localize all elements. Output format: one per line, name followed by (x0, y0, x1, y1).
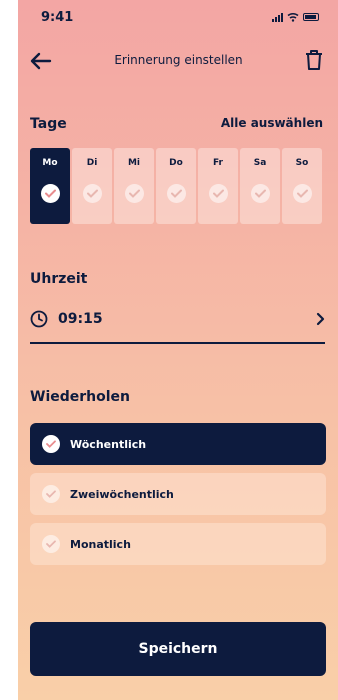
battery-icon (303, 13, 319, 21)
check-icon (292, 184, 312, 203)
trash-icon[interactable] (303, 48, 325, 72)
check-icon (42, 485, 60, 503)
check-icon (82, 184, 102, 203)
signal-icon (272, 12, 283, 22)
day-label: Sa (253, 158, 267, 168)
status-icons (272, 12, 319, 22)
repeat-option-label: Zweiwöchentlich (70, 487, 174, 501)
days-selector: Mo Di Mi Do Fr Sa So (30, 148, 322, 224)
time-picker[interactable]: 09:15 (30, 306, 325, 344)
repeat-option-label: Monatlich (70, 537, 131, 551)
check-icon (42, 535, 60, 553)
day-label: Do (169, 158, 183, 168)
status-bar: 9:41 (18, 0, 338, 40)
day-thursday[interactable]: Do (156, 148, 196, 224)
page-title: Erinnerung einstellen (114, 53, 243, 67)
repeat-option-weekly[interactable]: Wöchentlich (30, 423, 326, 465)
check-icon (166, 184, 186, 203)
day-saturday[interactable]: Sa (240, 148, 280, 224)
day-tuesday[interactable]: Di (72, 148, 112, 224)
repeat-option-biweekly[interactable]: Zweiwöchentlich (30, 473, 326, 515)
select-all-link[interactable]: Alle auswählen (221, 116, 323, 130)
day-wednesday[interactable]: Mi (114, 148, 154, 224)
time-value: 09:15 (58, 311, 103, 327)
check-icon (208, 184, 228, 203)
repeat-option-label: Wöchentlich (70, 437, 147, 451)
day-label: Mi (127, 158, 141, 168)
day-label: Mo (42, 158, 58, 168)
days-label: Tage (30, 116, 67, 132)
day-label: Fr (212, 158, 223, 168)
wifi-icon (287, 13, 299, 22)
check-icon (124, 184, 144, 203)
save-button[interactable]: Speichern (30, 622, 326, 676)
reminder-screen: 9:41 Erinnerung einstellen Tage Alle aus… (18, 0, 338, 700)
chevron-right-icon (316, 312, 325, 326)
check-icon (250, 184, 270, 203)
top-bar: Erinnerung einstellen (18, 46, 338, 76)
day-sunday[interactable]: So (282, 148, 322, 224)
status-time: 9:41 (41, 10, 74, 25)
clock-icon (30, 310, 48, 328)
repeat-option-monthly[interactable]: Monatlich (30, 523, 326, 565)
day-friday[interactable]: Fr (198, 148, 238, 224)
check-icon (42, 435, 60, 453)
repeat-label: Wiederholen (30, 389, 131, 405)
day-label: Di (86, 158, 98, 168)
time-label: Uhrzeit (30, 271, 88, 287)
day-monday[interactable]: Mo (30, 148, 70, 224)
check-icon (40, 184, 60, 203)
day-label: So (295, 158, 309, 168)
